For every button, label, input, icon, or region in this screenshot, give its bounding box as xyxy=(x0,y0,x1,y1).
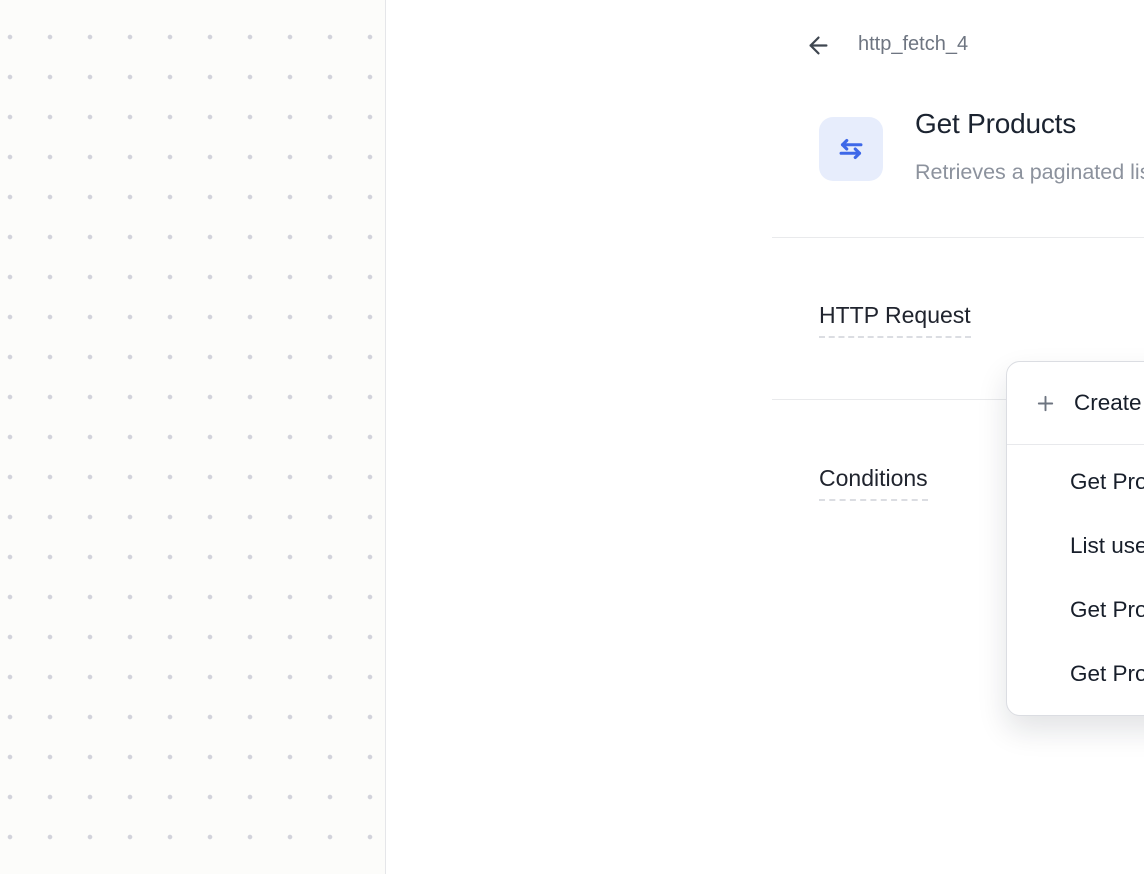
request-name: List user subscriptions xyxy=(1070,533,1144,559)
workflow-canvas[interactable] xyxy=(0,0,386,874)
back-button[interactable] xyxy=(802,29,834,61)
reusable-request-option[interactable]: Get Products Category List GET xyxy=(1007,642,1144,706)
request-name: Get Products Category List xyxy=(1070,661,1144,687)
node-title: Get Products xyxy=(915,108,1076,140)
http-node-icon-chip xyxy=(819,117,883,181)
reusable-request-list: Get Products GET List user subscriptions… xyxy=(1007,445,1144,706)
reusable-request-option[interactable]: Get Products GET xyxy=(1007,450,1144,514)
node-id-label: http_fetch_4 xyxy=(858,33,968,56)
node-detail-panel: http_fetch_4 Get Products Retrieves a pa… xyxy=(386,0,1144,874)
request-name: Get Products xyxy=(1070,469,1144,495)
reusable-request-option[interactable]: List user subscriptions GET xyxy=(1007,514,1144,578)
reusable-request-menu: Create a reusable request Get Products G… xyxy=(1006,361,1144,716)
http-request-label: HTTP Request xyxy=(819,302,971,338)
request-name: Get Products by Category xyxy=(1070,597,1144,623)
swap-arrows-icon xyxy=(834,132,868,166)
conditions-label: Conditions xyxy=(819,465,928,501)
create-reusable-request-item[interactable]: Create a reusable request xyxy=(1007,362,1144,444)
header-divider xyxy=(772,237,1144,238)
arrow-left-icon xyxy=(805,32,832,59)
node-description: Retrieves a paginated list of products f… xyxy=(915,160,1144,185)
reusable-request-option[interactable]: Get Products by Category GET xyxy=(1007,578,1144,642)
plus-icon xyxy=(1034,392,1057,415)
create-reusable-request-label: Create a reusable request xyxy=(1074,390,1144,416)
